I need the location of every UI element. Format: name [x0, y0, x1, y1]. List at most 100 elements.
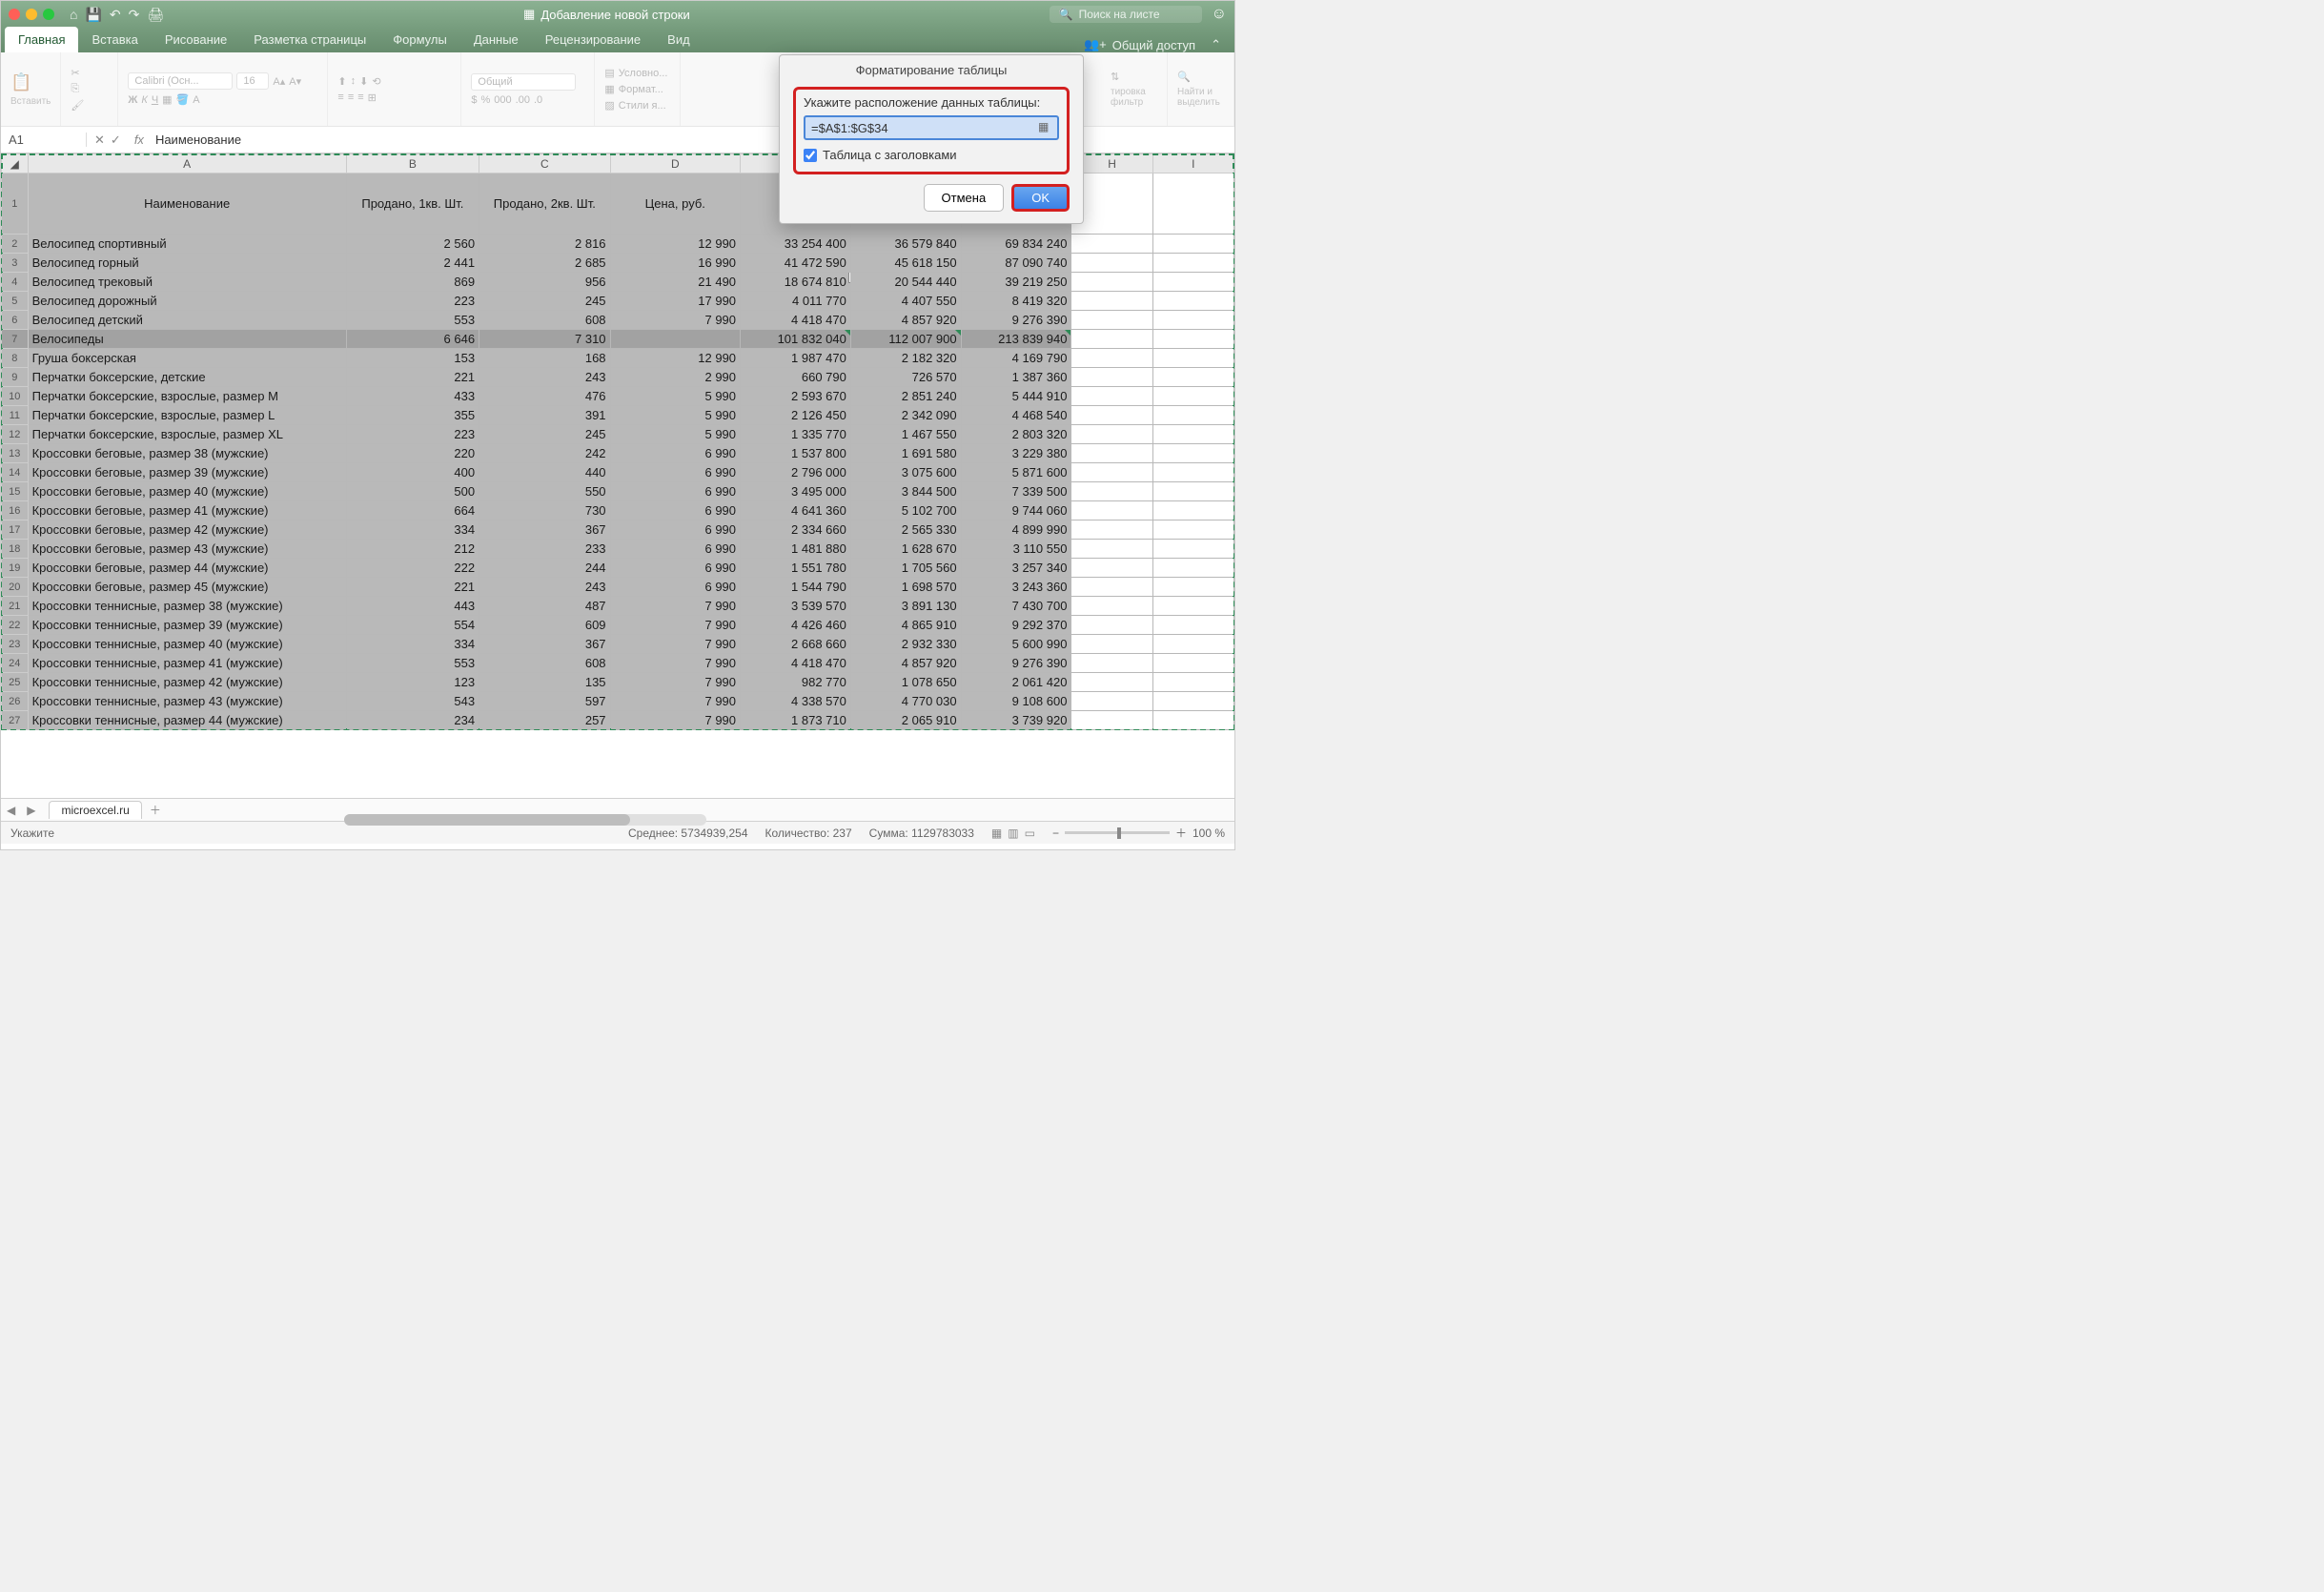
cell[interactable]: 135 [479, 673, 610, 692]
fill-color-icon[interactable]: 🪣 [176, 93, 190, 106]
cell[interactable]: 4 857 920 [850, 654, 961, 673]
cell[interactable]: 4 169 790 [961, 349, 1071, 368]
cell[interactable]: 223 [346, 425, 479, 444]
cell[interactable] [1071, 692, 1152, 711]
cell[interactable]: 730 [479, 501, 610, 520]
cell[interactable]: 7 310 [479, 330, 610, 349]
view-break-icon[interactable]: ▭ [1025, 827, 1035, 840]
cell[interactable]: 2 932 330 [850, 635, 961, 654]
cell[interactable]: 487 [479, 597, 610, 616]
chevron-up-icon[interactable]: ⌃ [1211, 37, 1221, 52]
table-row[interactable]: 17Кроссовки беговые, размер 42 (мужские)… [2, 520, 1234, 540]
col-header[interactable]: A [28, 154, 346, 173]
cell[interactable] [1071, 368, 1152, 387]
cell[interactable]: Велосипед трековый [28, 273, 346, 292]
cell[interactable]: 2 126 450 [741, 406, 851, 425]
row-header[interactable]: 22 [2, 616, 29, 635]
checkbox-icon[interactable] [804, 149, 817, 162]
cell[interactable]: 4 770 030 [850, 692, 961, 711]
align-top-icon[interactable]: ⬆ [337, 75, 346, 88]
cell[interactable]: 6 990 [610, 482, 740, 501]
cell[interactable]: 7 990 [610, 692, 740, 711]
cell[interactable]: 87 090 740 [961, 254, 1071, 273]
cell[interactable]: Велосипед детский [28, 311, 346, 330]
copy-icon[interactable]: ⎘ [71, 83, 108, 95]
cell[interactable]: 3 110 550 [961, 540, 1071, 559]
col-header[interactable]: C [479, 154, 610, 173]
inc-decimal-icon[interactable]: .00 [516, 94, 530, 106]
cell[interactable] [1071, 425, 1152, 444]
tab-home[interactable]: Главная [5, 27, 78, 52]
cell[interactable]: 123 [346, 673, 479, 692]
table-row[interactable]: 22Кроссовки теннисные, размер 39 (мужски… [2, 616, 1234, 635]
row-header[interactable]: 23 [2, 635, 29, 654]
format-painter-icon[interactable]: 🖌 [71, 99, 108, 112]
italic-icon[interactable]: К [141, 94, 147, 106]
cell[interactable]: 3 739 920 [961, 711, 1071, 730]
table-row[interactable]: 16Кроссовки беговые, размер 41 (мужские)… [2, 501, 1234, 520]
cell[interactable]: 1 387 360 [961, 368, 1071, 387]
cell[interactable] [1071, 597, 1152, 616]
cell[interactable]: 553 [346, 654, 479, 673]
cell[interactable]: 2 816 [479, 235, 610, 254]
add-sheet-icon[interactable]: ＋ [150, 802, 161, 818]
cell[interactable]: 4 857 920 [850, 311, 961, 330]
cell[interactable] [1071, 520, 1152, 540]
cell[interactable]: Кроссовки теннисные, размер 42 (мужские) [28, 673, 346, 692]
table-row[interactable]: 13Кроссовки беговые, размер 38 (мужские)… [2, 444, 1234, 463]
zoom-in-icon[interactable]: ＋ [1175, 825, 1187, 841]
cell[interactable]: 41 472 590 [741, 254, 851, 273]
cell[interactable]: 1 335 770 [741, 425, 851, 444]
cell[interactable]: 2 803 320 [961, 425, 1071, 444]
headers-checkbox[interactable]: Таблица с заголовками [804, 148, 1059, 162]
row-header[interactable]: 27 [2, 711, 29, 730]
close-icon[interactable] [9, 9, 20, 20]
tab-view[interactable]: Вид [654, 27, 703, 52]
cell[interactable]: 443 [346, 597, 479, 616]
table-row[interactable]: 6Велосипед детский5536087 9904 418 4704 … [2, 311, 1234, 330]
comma-icon[interactable]: 000 [494, 94, 511, 106]
cell[interactable]: Велосипед горный [28, 254, 346, 273]
cell[interactable] [1071, 559, 1152, 578]
cell[interactable]: 367 [479, 520, 610, 540]
cell[interactable]: 9 292 370 [961, 616, 1071, 635]
shrink-font-icon[interactable]: A▾ [289, 75, 301, 88]
cell[interactable]: 1 537 800 [741, 444, 851, 463]
cell[interactable]: 244 [479, 559, 610, 578]
table-row[interactable]: 18Кроссовки беговые, размер 43 (мужские)… [2, 540, 1234, 559]
cell[interactable]: 17 990 [610, 292, 740, 311]
table-row[interactable]: 2Велосипед спортивный2 5602 81612 99033 … [2, 235, 1234, 254]
user-icon[interactable]: ☺ [1212, 6, 1227, 23]
col-header[interactable]: B [346, 154, 479, 173]
cell[interactable]: 553 [346, 311, 479, 330]
cell[interactable] [1152, 235, 1233, 254]
view-normal-icon[interactable]: ▦ [991, 827, 1002, 840]
cell[interactable]: 1 705 560 [850, 559, 961, 578]
paste-icon[interactable]: 📋 [10, 72, 51, 92]
table-row[interactable]: 5Велосипед дорожный22324517 9904 011 770… [2, 292, 1234, 311]
cell[interactable]: Кроссовки беговые, размер 44 (мужские) [28, 559, 346, 578]
row-header[interactable]: 2 [2, 235, 29, 254]
cell[interactable] [1152, 444, 1233, 463]
cell[interactable]: 1 628 670 [850, 540, 961, 559]
table-row[interactable]: 11Перчатки боксерские, взрослые, размер … [2, 406, 1234, 425]
cell[interactable] [1152, 311, 1233, 330]
font-select[interactable]: Calibri (Осн... [128, 72, 233, 90]
cell[interactable]: 440 [479, 463, 610, 482]
cell[interactable]: Кроссовки беговые, размер 39 (мужские) [28, 463, 346, 482]
table-row[interactable]: 8Груша боксерская15316812 9901 987 4702 … [2, 349, 1234, 368]
cell[interactable]: Продано, 2кв. Шт. [479, 173, 610, 235]
cell[interactable]: Перчатки боксерские, взрослые, размер L [28, 406, 346, 425]
cell[interactable]: 355 [346, 406, 479, 425]
cell[interactable]: 400 [346, 463, 479, 482]
cell[interactable]: Велосипед спортивный [28, 235, 346, 254]
cell[interactable]: 9 276 390 [961, 311, 1071, 330]
tab-data[interactable]: Данные [460, 27, 532, 52]
cell[interactable]: 12 990 [610, 235, 740, 254]
cell[interactable] [1071, 387, 1152, 406]
cell[interactable]: 5 600 990 [961, 635, 1071, 654]
cell[interactable] [1071, 673, 1152, 692]
cell[interactable] [1152, 520, 1233, 540]
tab-formulas[interactable]: Формулы [379, 27, 460, 52]
format-table-icon[interactable]: ▦ [604, 83, 614, 95]
